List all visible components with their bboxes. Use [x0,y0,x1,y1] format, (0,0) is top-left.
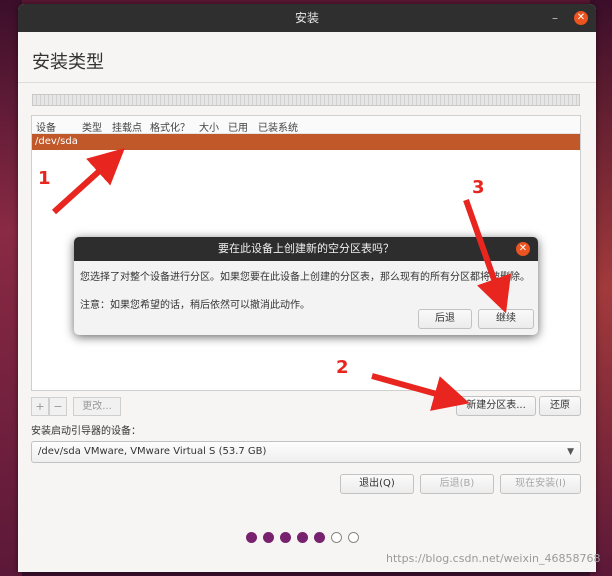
dialog-title: 要在此设备上创建新的空分区表吗？ [218,242,394,255]
progress-dot [246,532,257,543]
disk-usage-bar [32,94,580,106]
progress-dot [263,532,274,543]
dialog-titlebar: 要在此设备上创建新的空分区表吗？ ✕ [74,237,538,261]
dialog-close-icon[interactable]: ✕ [516,242,530,256]
minimize-icon[interactable]: – [550,12,560,24]
add-partition-button[interactable]: + [31,397,49,416]
close-icon[interactable]: ✕ [574,11,588,25]
column-header-size[interactable]: 大小 [199,119,219,134]
dropdown-arrow-icon: ▼ [567,447,574,457]
dialog-continue-button[interactable]: 继续 [478,309,534,329]
annotation-number-2: 2 [336,357,349,378]
column-header-format[interactable]: 格式化？ [150,119,190,134]
window-title: 安装 [294,11,319,25]
column-header-type[interactable]: 类型 [82,119,102,134]
watermark-text: https://blog.csdn.net/weixin_46858768 [386,552,601,565]
column-header-mountpoint[interactable]: 挂载点 [112,119,142,134]
revert-button[interactable]: 还原 [539,396,581,416]
quit-button[interactable]: 退出(Q) [340,474,414,494]
dialog-back-button[interactable]: 后退 [418,309,472,329]
table-header: 设备 类型 挂载点 格式化？ 大小 已用 已装系统 [32,116,580,134]
bootloader-device-select[interactable]: /dev/sda VMware, VMware Virtual S (53.7 … [31,441,581,463]
annotation-number-1: 1 [38,168,51,189]
dialog-note: 注意：如果您希望的话，稍后依然可以撤消此动作。 [80,300,310,311]
annotation-number-3: 3 [472,177,485,198]
row-device-label: /dev/sda [35,136,78,147]
column-header-device[interactable]: 设备 [36,119,56,134]
change-partition-button[interactable]: 更改... [73,397,121,416]
divider [18,82,596,83]
progress-dot [348,532,359,543]
confirm-dialog: 要在此设备上创建新的空分区表吗？ ✕ 您选择了对整个设备进行分区。如果您要在此设… [74,237,538,335]
progress-dots [246,532,365,544]
remove-partition-button[interactable]: − [49,397,67,416]
progress-dot [314,532,325,543]
window-titlebar: 安装 – ✕ [18,4,596,32]
bootloader-label: 安装启动引导器的设备： [31,426,141,437]
page-title: 安装类型 [32,52,104,73]
progress-dot [280,532,291,543]
bootloader-device-value: /dev/sda VMware, VMware Virtual S (53.7 … [38,446,267,457]
back-button[interactable]: 后退(B) [420,474,494,494]
progress-dot [297,532,308,543]
progress-dot [331,532,342,543]
column-header-system[interactable]: 已装系统 [258,119,298,134]
install-now-button[interactable]: 现在安装(I) [500,474,581,494]
new-partition-table-button[interactable]: 新建分区表... [456,396,536,416]
table-row[interactable]: /dev/sda [32,134,580,150]
column-header-used[interactable]: 已用 [228,119,248,134]
dialog-message: 您选择了对整个设备进行分区。如果您要在此设备上创建的分区表，那么现有的所有分区都… [80,272,530,283]
